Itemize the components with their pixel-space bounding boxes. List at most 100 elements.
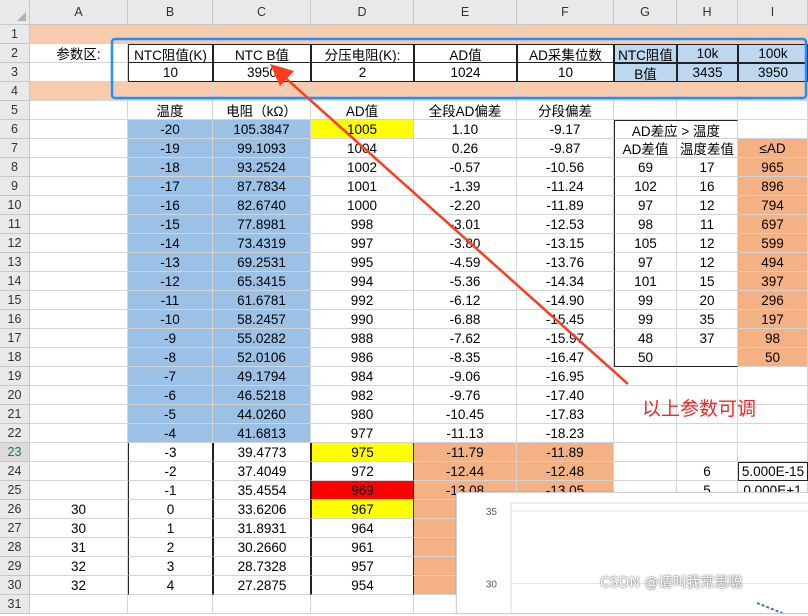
cell-H18[interactable] <box>677 348 738 367</box>
cell-B23[interactable]: -3 <box>128 443 213 462</box>
cell-I1[interactable] <box>738 25 808 44</box>
row-header-8[interactable]: 8 <box>0 158 30 177</box>
cell-G23[interactable] <box>614 443 677 462</box>
cell-F10[interactable]: -11.89 <box>517 196 614 215</box>
cell-A14[interactable] <box>30 272 128 291</box>
cell-G8[interactable]: 69 <box>614 158 677 177</box>
cell-H8[interactable]: 17 <box>677 158 738 177</box>
cell-C29[interactable]: 28.7328 <box>213 557 311 576</box>
cell-D26[interactable]: 967 <box>311 500 414 519</box>
cell-H17[interactable]: 37 <box>677 329 738 348</box>
cell-B22[interactable]: -4 <box>128 424 213 443</box>
cell-E1[interactable] <box>414 25 517 44</box>
cell-H23[interactable] <box>677 443 738 462</box>
cell-F6[interactable]: -9.17 <box>517 120 614 139</box>
cell-A9[interactable] <box>30 177 128 196</box>
cell-G11[interactable]: 98 <box>614 215 677 234</box>
cell-B11[interactable]: -15 <box>128 215 213 234</box>
cell-G3[interactable]: B值 <box>614 63 677 82</box>
cell-I13[interactable]: 494 <box>738 253 808 272</box>
cell-A27[interactable]: 30 <box>30 519 128 538</box>
cell-A13[interactable] <box>30 253 128 272</box>
cell-D19[interactable]: 984 <box>311 367 414 386</box>
cell-F9[interactable]: -11.24 <box>517 177 614 196</box>
cell-H5[interactable] <box>677 101 738 120</box>
cell-E7[interactable]: 0.26 <box>414 139 517 158</box>
cell-B12[interactable]: -14 <box>128 234 213 253</box>
cell-F7[interactable]: -9.87 <box>517 139 614 158</box>
cell-D16[interactable]: 990 <box>311 310 414 329</box>
cell-C25[interactable]: 35.4554 <box>213 481 311 500</box>
cell-C20[interactable]: 46.5218 <box>213 386 311 405</box>
cell-F19[interactable]: -16.95 <box>517 367 614 386</box>
cell-G24[interactable] <box>614 462 677 481</box>
cell-I19[interactable] <box>738 367 808 386</box>
cell-A4[interactable] <box>30 82 128 101</box>
cell-I23[interactable] <box>738 443 808 462</box>
cell-E8[interactable]: -0.57 <box>414 158 517 177</box>
cell-B4[interactable] <box>128 82 213 101</box>
cell-D28[interactable]: 961 <box>311 538 414 557</box>
cell-A6[interactable] <box>30 120 128 139</box>
row-header-3[interactable]: 3 <box>0 63 30 82</box>
cell-G4[interactable] <box>614 82 677 101</box>
cell-E10[interactable]: -2.20 <box>414 196 517 215</box>
cell-B26[interactable]: 0 <box>128 500 213 519</box>
cell-E18[interactable]: -8.35 <box>414 348 517 367</box>
cell-D31[interactable] <box>311 595 414 614</box>
cell-C7[interactable]: 99.1093 <box>213 139 311 158</box>
cell-F14[interactable]: -14.34 <box>517 272 614 291</box>
cell-B31[interactable] <box>128 595 213 614</box>
cell-D7[interactable]: 1004 <box>311 139 414 158</box>
cell-E2[interactable]: AD值 <box>414 44 517 63</box>
cell-I5[interactable] <box>738 101 808 120</box>
cell-A24[interactable] <box>30 462 128 481</box>
cell-F24[interactable]: -12.48 <box>517 462 614 481</box>
cell-B5[interactable]: 温度 <box>128 101 213 120</box>
cell-D11[interactable]: 998 <box>311 215 414 234</box>
cell-B21[interactable]: -5 <box>128 405 213 424</box>
cell-I10[interactable]: 794 <box>738 196 808 215</box>
cell-H2[interactable]: 10k <box>677 44 738 63</box>
cell-G2[interactable]: NTC阻值 <box>614 44 677 63</box>
cell-F13[interactable]: -13.76 <box>517 253 614 272</box>
column-header-A[interactable]: A <box>30 0 128 25</box>
cell-I6[interactable] <box>738 120 808 139</box>
cell-D27[interactable]: 964 <box>311 519 414 538</box>
cell-B8[interactable]: -18 <box>128 158 213 177</box>
cell-D15[interactable]: 992 <box>311 291 414 310</box>
cell-I11[interactable]: 697 <box>738 215 808 234</box>
cell-A10[interactable] <box>30 196 128 215</box>
cell-D21[interactable]: 980 <box>311 405 414 424</box>
cell-F1[interactable] <box>517 25 614 44</box>
cell-F16[interactable]: -15.45 <box>517 310 614 329</box>
cell-I18[interactable]: 50 <box>738 348 808 367</box>
cell-D3[interactable]: 2 <box>311 63 414 82</box>
select-all-corner[interactable] <box>0 0 30 25</box>
cell-G14[interactable]: 101 <box>614 272 677 291</box>
cell-C21[interactable]: 44.0260 <box>213 405 311 424</box>
cell-C24[interactable]: 37.4049 <box>213 462 311 481</box>
cell-C17[interactable]: 55.0282 <box>213 329 311 348</box>
cell-H11[interactable]: 11 <box>677 215 738 234</box>
cell-C27[interactable]: 31.8931 <box>213 519 311 538</box>
column-header-G[interactable]: G <box>614 0 677 25</box>
cell-D4[interactable] <box>311 82 414 101</box>
row-header-2[interactable]: 2 <box>0 44 30 63</box>
cell-B2[interactable]: NTC阻值(K) <box>128 44 213 63</box>
cell-C11[interactable]: 77.8981 <box>213 215 311 234</box>
cell-I24[interactable]: 5.000E-15 <box>738 462 808 481</box>
row-header-11[interactable]: 11 <box>0 215 30 234</box>
cell-B3[interactable]: 10 <box>128 63 213 82</box>
cell-D30[interactable]: 954 <box>311 576 414 595</box>
cell-G15[interactable]: 99 <box>614 291 677 310</box>
cell-D9[interactable]: 1001 <box>311 177 414 196</box>
cell-D14[interactable]: 994 <box>311 272 414 291</box>
cell-H13[interactable]: 12 <box>677 253 738 272</box>
cell-C8[interactable]: 93.2524 <box>213 158 311 177</box>
cell-I9[interactable]: 896 <box>738 177 808 196</box>
cell-H19[interactable] <box>677 367 738 386</box>
cell-I17[interactable]: 98 <box>738 329 808 348</box>
cell-I7[interactable]: ≤AD <box>738 139 808 158</box>
cell-I2[interactable]: 100k <box>738 44 808 63</box>
